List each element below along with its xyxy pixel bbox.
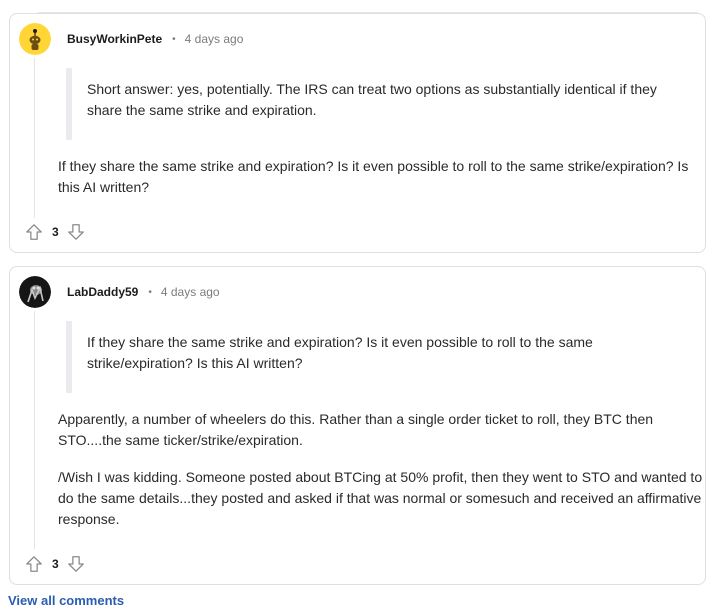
upvote-icon[interactable] [25, 223, 43, 241]
comment-card: BusyWorkinPete • 4 days ago Short answer… [9, 13, 706, 253]
comment-body: Apparently, a number of wheelers do this… [58, 411, 654, 448]
comment-body: /Wish I was kidding. Someone posted abou… [58, 469, 703, 527]
avatar[interactable] [19, 23, 51, 55]
timestamp[interactable]: 4 days ago [185, 32, 244, 46]
vote-count: 3 [52, 225, 59, 239]
author-name[interactable]: LabDaddy59 [67, 285, 138, 299]
vote-controls: 3 [25, 223, 85, 241]
thread-line [34, 58, 35, 218]
comment-card: LabDaddy59 • 4 days ago If they share th… [9, 266, 706, 585]
view-all-comments-link[interactable]: View all comments [8, 593, 124, 608]
avatar[interactable] [19, 276, 51, 308]
upvote-icon[interactable] [25, 555, 43, 573]
snoo-avatar-icon [19, 23, 51, 55]
thread-line [34, 311, 35, 549]
vote-count: 3 [52, 557, 59, 571]
previous-comment-bottom-edge [38, 0, 698, 13]
blockquote: If they share the same strike and expira… [66, 321, 686, 393]
downvote-icon[interactable] [67, 223, 85, 241]
author-name[interactable]: BusyWorkinPete [67, 32, 162, 46]
comment-header: BusyWorkinPete • 4 days ago [19, 22, 243, 56]
comment-body: If they share the same strike and expira… [58, 158, 689, 195]
downvote-icon[interactable] [67, 555, 85, 573]
blockquote: Short answer: yes, potentially. The IRS … [66, 68, 686, 140]
separator-dot: • [148, 286, 152, 298]
comment-header: LabDaddy59 • 4 days ago [19, 275, 220, 309]
separator-dot: • [172, 33, 176, 45]
vote-controls: 3 [25, 555, 85, 573]
photo-avatar-icon [19, 276, 51, 308]
timestamp[interactable]: 4 days ago [161, 285, 220, 299]
